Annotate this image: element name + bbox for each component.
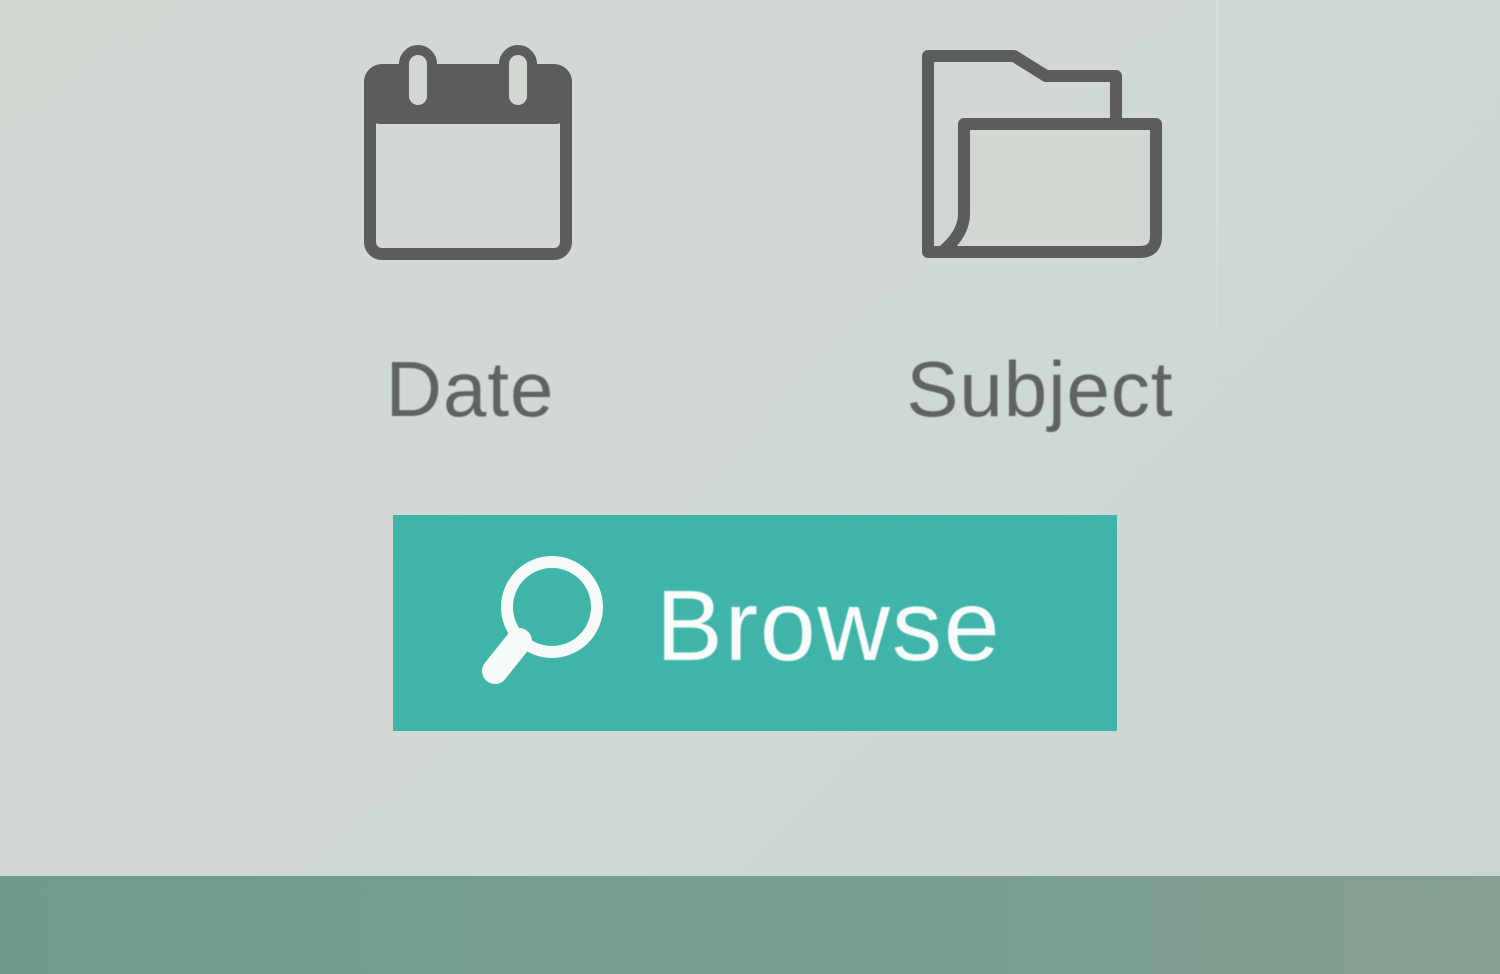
browse-button-label[interactable]: Browse — [656, 570, 1001, 682]
browse-by-date-option[interactable]: Date — [330, 0, 610, 440]
browse-by-date-label: Date — [385, 345, 555, 433]
browse-by-subject-label: Subject — [906, 345, 1174, 433]
folder-icon — [922, 50, 1162, 258]
calendar-icon — [364, 45, 572, 260]
browse-panel: Date Subject Browse — [0, 0, 1500, 876]
footer-band — [0, 876, 1500, 974]
magnifier-icon — [482, 556, 603, 684]
panel-divider — [1216, 0, 1218, 330]
browse-by-subject-option[interactable]: Subject — [880, 0, 1200, 440]
